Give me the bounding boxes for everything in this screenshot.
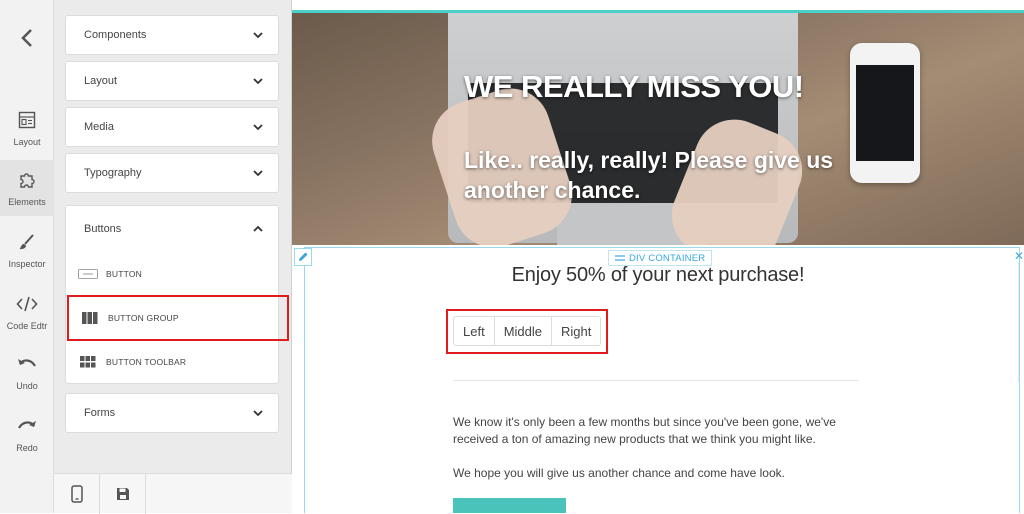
section-forms[interactable]: Forms [65, 393, 279, 433]
offer-heading[interactable]: Enjoy 50% of your next purchase! [292, 264, 1024, 287]
rail-item-elements[interactable]: Elements [0, 160, 54, 216]
rail-item-redo[interactable]: Redo [0, 406, 54, 462]
button-thumb-icon [78, 268, 98, 280]
chevron-down-icon [253, 32, 263, 39]
section-label: Forms [84, 407, 116, 419]
rail-item-code-editor[interactable]: Code Edtr [0, 284, 54, 340]
save-icon [116, 488, 129, 500]
chevron-down-icon [253, 410, 263, 417]
section-label: Buttons [84, 223, 122, 235]
paragraph-2[interactable]: We hope you will give us another chance … [453, 465, 853, 482]
chevron-left-icon [21, 29, 32, 47]
section-label: Media [84, 121, 114, 133]
button-group-icon [80, 312, 100, 324]
element-button-toolbar[interactable]: BUTTON TOOLBAR [66, 340, 278, 384]
rail-label-redo: Redo [16, 443, 38, 453]
editor-canvas[interactable]: WE REALLY MISS YOU! Like.. really, reall… [292, 0, 1024, 513]
div-container-label: DIV CONTAINER [629, 252, 706, 264]
mobile-icon [70, 485, 83, 503]
puzzle-icon [20, 173, 35, 188]
section-typography[interactable]: Typography [65, 153, 279, 193]
code-icon [16, 296, 38, 312]
group-button-right[interactable]: Right [552, 317, 600, 345]
horizontal-rule [453, 380, 859, 381]
section-label: Layout [84, 75, 118, 87]
chevron-down-icon [253, 170, 263, 177]
elements-panel: Components Layout Media Typography Butto… [54, 0, 292, 514]
undo-icon [18, 359, 36, 367]
hero-image: WE REALLY MISS YOU! Like.. really, reall… [292, 13, 1024, 245]
rail-label-code-editor: Code Edtr [6, 321, 48, 331]
mobile-preview-button[interactable] [54, 474, 100, 514]
button-group[interactable]: Left Middle Right [453, 316, 602, 346]
rail-label-inspector: Inspector [8, 259, 46, 269]
button-toolbar-icon [78, 356, 98, 368]
section-buttons-header[interactable]: Buttons [66, 206, 278, 252]
group-button-middle[interactable]: Middle [495, 317, 552, 345]
rail-item-layout[interactable]: Layout [0, 100, 54, 156]
rail-item-undo[interactable]: Undo [0, 344, 54, 400]
rail-item-inspector[interactable]: Inspector [0, 222, 54, 278]
back-button[interactable] [0, 18, 54, 58]
section-layout[interactable]: Layout [65, 61, 279, 101]
rail-label-undo: Undo [16, 381, 38, 391]
element-label: BUTTON TOOLBAR [106, 357, 187, 367]
group-button-left[interactable]: Left [454, 317, 495, 345]
element-button[interactable]: BUTTON [66, 252, 278, 296]
section-buttons: Buttons BUTTON BUTTON GROUP BUTTON TOOLB… [65, 205, 289, 384]
section-components[interactable]: Components [65, 15, 279, 55]
tool-rail: Layout Elements Inspector Code Edtr Undo… [0, 0, 54, 513]
redo-icon [18, 421, 36, 429]
canvas-scroll-edge [1018, 262, 1024, 382]
element-label: BUTTON [106, 269, 142, 279]
chevron-down-icon [253, 78, 263, 85]
section-label: Components [84, 29, 147, 41]
save-button[interactable] [100, 474, 146, 514]
cta-button[interactable] [453, 498, 566, 513]
panel-footer [54, 473, 292, 514]
element-button-group[interactable]: BUTTON GROUP [67, 295, 289, 341]
element-label: BUTTON GROUP [108, 313, 179, 323]
brush-icon [19, 234, 34, 250]
section-label: Typography [84, 167, 142, 179]
drag-handle-icon [615, 255, 625, 261]
paragraph-1[interactable]: We know it's only been a few months but … [453, 414, 853, 448]
rail-label-layout: Layout [13, 137, 41, 147]
section-media[interactable]: Media [65, 107, 279, 147]
chevron-up-icon [253, 225, 263, 232]
rail-label-elements: Elements [8, 197, 46, 207]
hero-title[interactable]: WE REALLY MISS YOU! [464, 69, 804, 105]
layout-icon [18, 111, 36, 129]
hero-subtitle[interactable]: Like.. really, really! Please give us an… [464, 145, 884, 205]
chevron-down-icon [253, 124, 263, 131]
